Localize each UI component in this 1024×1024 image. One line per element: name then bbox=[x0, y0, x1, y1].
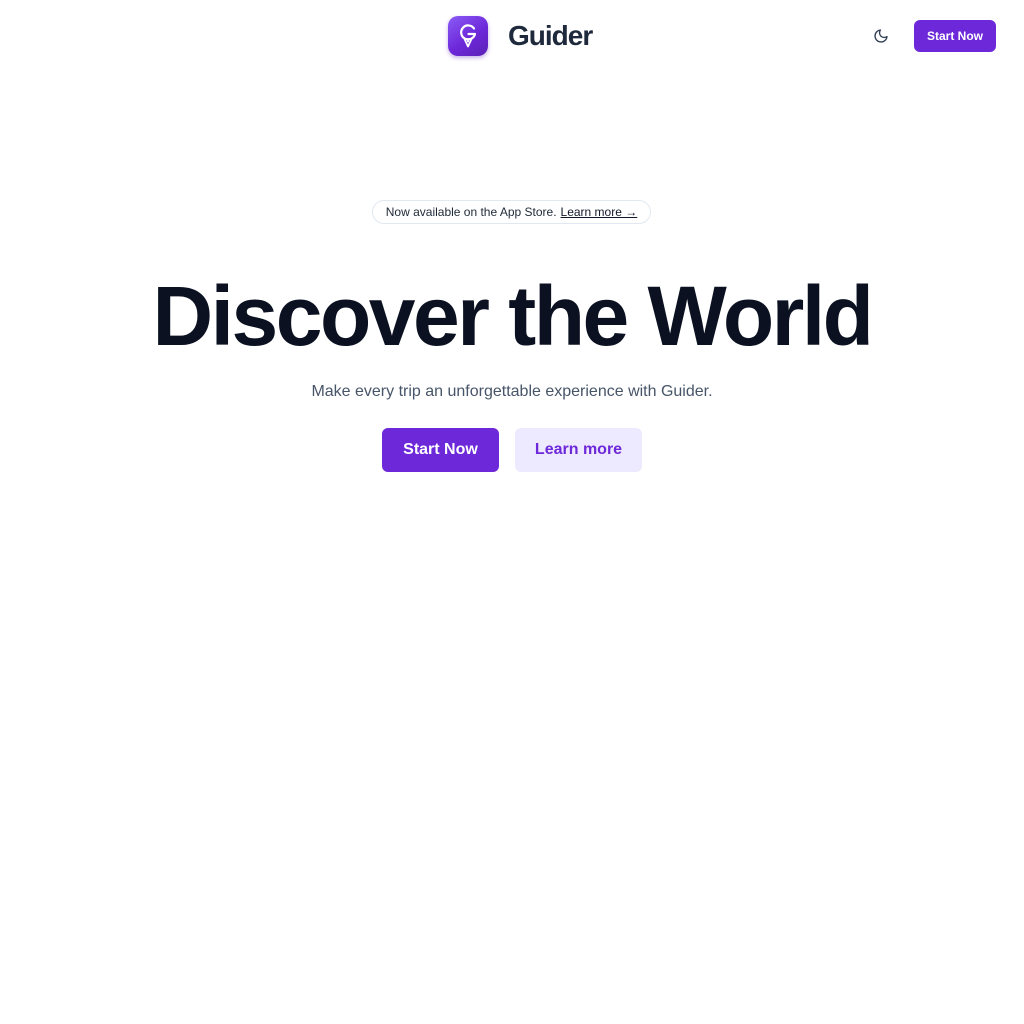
brand-link[interactable]: Guider bbox=[448, 16, 593, 56]
hero-cta-group: Start Now Learn more bbox=[0, 428, 1024, 472]
theme-toggle-button[interactable] bbox=[866, 22, 896, 50]
header-start-now-button[interactable]: Start Now bbox=[914, 20, 996, 52]
start-now-button[interactable]: Start Now bbox=[382, 428, 499, 472]
landing-page: Guider Start Now Now available on the Ap… bbox=[0, 0, 1024, 1024]
hero-subtitle: Make every trip an unforgettable experie… bbox=[311, 383, 713, 400]
announcement-text: Now available on the App Store. bbox=[385, 205, 557, 219]
moon-icon bbox=[873, 28, 889, 44]
learn-more-button[interactable]: Learn more bbox=[515, 428, 642, 472]
brand-name: Guider bbox=[508, 20, 593, 51]
site-header: Guider Start Now bbox=[0, 0, 1024, 72]
announcement-pill: Now available on the App Store. Learn mo… bbox=[372, 200, 651, 224]
announcement-learn-more-link[interactable]: Learn more → bbox=[561, 205, 638, 219]
hero-title: Discover the World bbox=[152, 269, 874, 363]
map-pin-g-icon bbox=[448, 16, 488, 56]
